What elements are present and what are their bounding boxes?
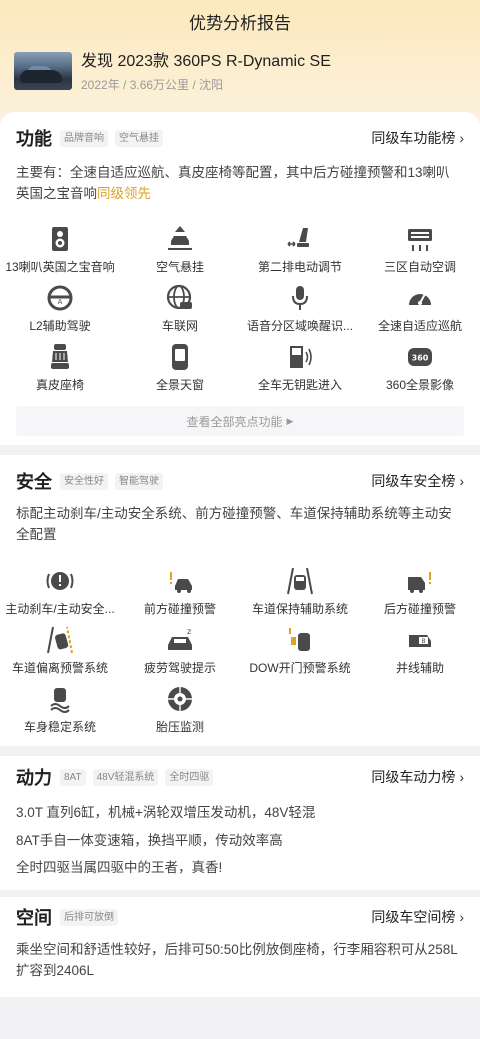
power-tag: 8AT: [60, 768, 86, 786]
lane-keep-icon: [287, 567, 313, 595]
leather-seat-icon: [51, 344, 69, 369]
power-tag: 全时四驱: [165, 768, 214, 786]
climate-control-icon: [408, 229, 432, 251]
safety-item[interactable]: DOW开门预警系统: [240, 625, 360, 684]
front-collision-icon: [170, 572, 192, 593]
rear-collision-icon: [408, 572, 431, 593]
space-card: 空间 后排可放倒 同级车空间榜 › 乘坐空间和舒适性较好，后排可50:50比例放倒…: [0, 897, 480, 997]
function-tag: 空气悬挂: [115, 129, 163, 147]
power-line: 3.0T 直列6缸，机械+涡轮双增压发动机，48V轻混: [16, 805, 316, 820]
function-tag: 品牌音响: [60, 129, 108, 147]
stability-icon: [50, 688, 70, 713]
cruise-gauge-icon: [409, 293, 431, 305]
microphone-icon: [292, 286, 308, 310]
safety-item[interactable]: 车身稳定系统: [0, 684, 120, 743]
keyless-entry-icon: [290, 346, 312, 368]
feature-item[interactable]: 13喇叭英国之宝音响: [0, 224, 120, 283]
feature-item[interactable]: A L2辅助驾驶: [0, 283, 120, 342]
svg-text:A: A: [58, 298, 63, 306]
power-line: 全时四驱当属四驱中的王者，真香!: [16, 860, 223, 875]
safety-item[interactable]: z 疲劳驾驶提示: [120, 625, 240, 684]
safety-item[interactable]: 主动刹车/主动安全...: [0, 566, 120, 625]
power-tag: 48V轻混系统: [92, 768, 159, 786]
function-description: 主要有：全速自适应巡航、真皮座椅等配置，其中后方碰撞预警和13喇叭英国之宝音响同…: [16, 165, 450, 201]
feature-item[interactable]: 全车无钥匙进入: [240, 342, 360, 401]
safety-description: 标配主动刹车/主动安全系统、前方碰撞预警、车道保持辅助系统等主动安全配置: [16, 506, 452, 542]
feature-item[interactable]: 车联网: [120, 283, 240, 342]
safety-item[interactable]: 前方碰撞预警: [120, 566, 240, 625]
car-thumbnail: [14, 52, 72, 90]
function-card: 功能 品牌音响 空气悬挂 同级车功能榜 › 主要有：全速自适应巡航、真皮座椅等配置…: [0, 112, 480, 445]
sunroof-icon: [172, 344, 188, 370]
feature-item[interactable]: 全景天窗: [120, 342, 240, 401]
safety-rank-link[interactable]: 同级车安全榜 ›: [371, 471, 464, 491]
blind-spot-icon: B: [409, 635, 431, 647]
safety-item[interactable]: 胎压监测: [120, 684, 240, 743]
safety-title: 安全: [16, 472, 52, 492]
safety-card: 安全 安全性好 智能驾驶 同级车安全榜 › 标配主动刹车/主动安全系统、前方碰撞预…: [0, 455, 480, 746]
function-grid: 13喇叭英国之宝音响 空气悬挂 第二排电动调节 三区自动空调 A L2辅助驾驶 …: [0, 224, 480, 401]
feature-item[interactable]: 全速自适应巡航: [360, 283, 480, 342]
speaker-icon: [52, 227, 68, 251]
feature-item[interactable]: 真皮座椅: [0, 342, 120, 401]
function-title: 功能: [16, 129, 52, 149]
door-warning-icon: [289, 628, 310, 651]
space-tag: 后排可放倒: [60, 908, 118, 926]
brake-warning-icon: [46, 572, 74, 590]
chevron-right-icon: ›: [459, 130, 464, 146]
page-title: 优势分析报告: [189, 13, 291, 33]
safety-tag: 安全性好: [60, 472, 108, 490]
power-seat-icon: [287, 228, 309, 247]
lane-departure-icon: [47, 626, 73, 654]
safety-tag: 智能驾驶: [115, 472, 163, 490]
safety-item[interactable]: 车道保持辅助系统: [240, 566, 360, 625]
chevron-right-icon: ›: [459, 769, 464, 785]
air-suspension-icon: [168, 226, 192, 250]
car-subtitle: 2022年 / 3.66万公里 / 沈阳: [81, 78, 224, 92]
tire-pressure-icon: [168, 687, 192, 711]
feature-item[interactable]: 三区自动空调: [360, 224, 480, 283]
feature-item[interactable]: 360 360全景影像: [360, 342, 480, 401]
svg-text:B: B: [421, 638, 425, 645]
power-card: 动力 8AT 48V轻混系统 全时四驱 同级车动力榜 › 3.0T 直列6缸，机械…: [0, 756, 480, 890]
chevron-right-icon: ›: [459, 473, 464, 489]
connected-car-icon: [166, 284, 192, 310]
fatigue-icon: z: [168, 627, 192, 650]
svg-text:z: z: [187, 627, 191, 636]
safety-item[interactable]: 后方碰撞预警: [360, 566, 480, 625]
safety-grid: 主动刹车/主动安全... 前方碰撞预警 车道保持辅助系统 后方碰撞预警 车道偏离…: [0, 566, 480, 743]
power-line: 8AT手自一体变速箱，换挡平顺，传动效率高: [16, 833, 283, 848]
car-title: 发现 2023款 360PS R-Dynamic SE: [81, 53, 331, 70]
camera-360-icon: 360: [408, 348, 432, 366]
space-rank-link[interactable]: 同级车空间榜 ›: [371, 907, 464, 927]
safety-item[interactable]: 车道偏离预警系统: [0, 625, 120, 684]
function-rank-link[interactable]: 同级车功能榜 ›: [371, 128, 464, 148]
car-summary[interactable]: 发现 2023款 360PS R-Dynamic SE 2022年 / 3.66…: [14, 52, 466, 94]
view-all-features-button[interactable]: 查看全部亮点功能 ▶: [16, 406, 464, 436]
safety-item[interactable]: B 并线辅助: [360, 625, 480, 684]
chevron-right-icon: ›: [459, 909, 464, 925]
feature-item[interactable]: 空气悬挂: [120, 224, 240, 283]
svg-text:360: 360: [412, 354, 429, 363]
triangle-right-icon: ▶: [286, 415, 294, 426]
space-description: 乘坐空间和舒适性较好，后排可50:50比例放倒座椅，行李厢容积可从258L扩容到…: [16, 942, 458, 978]
steering-assist-icon: A: [47, 285, 73, 311]
feature-item[interactable]: 语音分区域唤醒识...: [240, 283, 360, 342]
power-rank-link[interactable]: 同级车动力榜 ›: [371, 767, 464, 787]
power-title: 动力: [16, 768, 52, 788]
feature-item[interactable]: 第二排电动调节: [240, 224, 360, 283]
space-title: 空间: [16, 908, 52, 928]
